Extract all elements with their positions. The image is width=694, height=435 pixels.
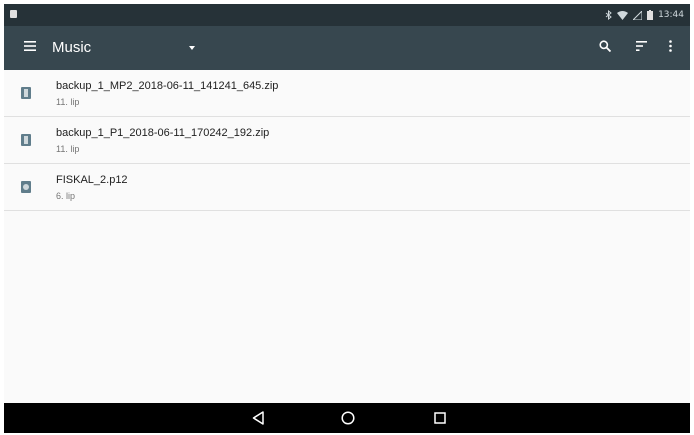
recents-icon[interactable] (434, 412, 446, 424)
list-item[interactable]: FISKAL_2.p12 6. lip (4, 164, 690, 211)
zip-file-icon (21, 134, 31, 146)
file-name: FISKAL_2.p12 (56, 174, 128, 186)
navigation-bar (4, 403, 690, 433)
menu-icon[interactable] (24, 41, 36, 51)
signal-icon (633, 10, 643, 20)
app-window: 13:44 Music backup_1_MP2_2018-06-11_1412… (4, 4, 690, 433)
back-icon[interactable] (252, 411, 264, 425)
certificate-file-icon (21, 181, 31, 193)
list-item[interactable]: backup_1_MP2_2018-06-11_141241_645.zip 1… (4, 70, 690, 117)
file-meta: 11. lip (56, 144, 80, 154)
file-meta: 11. lip (56, 97, 80, 107)
bluetooth-icon (605, 10, 612, 20)
toolbar: Music (4, 26, 690, 70)
file-list: backup_1_MP2_2018-06-11_141241_645.zip 1… (4, 70, 690, 211)
toolbar-title[interactable]: Music (52, 39, 91, 56)
status-bar: 13:44 (4, 4, 690, 26)
status-icons: 13:44 (605, 8, 684, 22)
battery-icon (647, 10, 654, 20)
list-item[interactable]: backup_1_P1_2018-06-11_170242_192.zip 11… (4, 117, 690, 164)
file-name: backup_1_MP2_2018-06-11_141241_645.zip (56, 80, 279, 92)
file-name: backup_1_P1_2018-06-11_170242_192.zip (56, 127, 270, 139)
file-meta: 6. lip (56, 191, 76, 201)
search-icon[interactable] (599, 40, 611, 52)
notification-icon (10, 10, 17, 18)
zip-file-icon (21, 87, 31, 99)
status-time: 13:44 (658, 10, 684, 20)
sort-icon[interactable] (636, 41, 647, 51)
dropdown-icon[interactable] (189, 46, 195, 50)
more-icon[interactable] (669, 40, 672, 52)
home-icon[interactable] (341, 411, 355, 425)
wifi-icon (617, 10, 629, 20)
